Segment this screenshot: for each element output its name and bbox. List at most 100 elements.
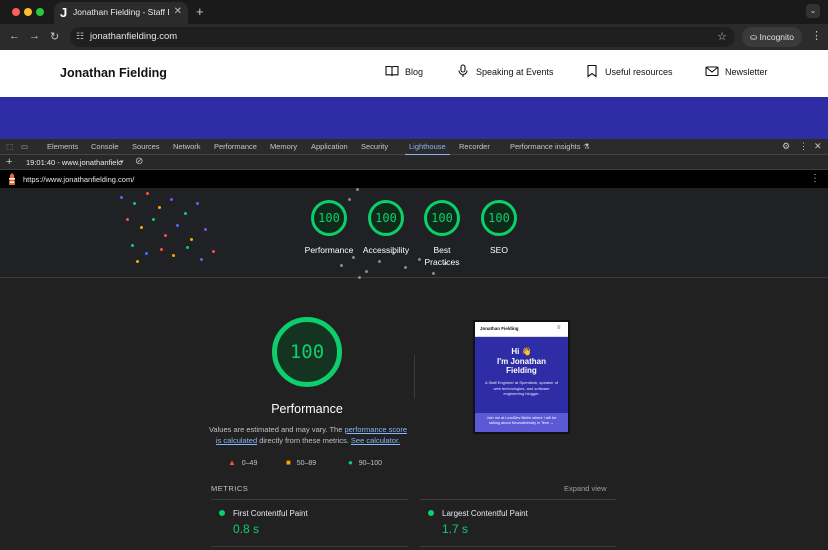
- devtools-tab-console[interactable]: Console: [91, 142, 119, 151]
- legend-average: ■ 50–89: [286, 458, 316, 467]
- address-bar[interactable]: ☷ jonathanfielding.com ☆: [70, 27, 735, 47]
- new-tab-icon[interactable]: +: [196, 4, 204, 19]
- devtools-tab-lighthouse[interactable]: Lighthouse: [405, 142, 450, 156]
- gauge-accessibility[interactable]: 100: [368, 200, 404, 236]
- incognito-label: Incognito: [759, 32, 795, 42]
- gauge-best-practices-score: 100: [431, 211, 453, 225]
- gauge-seo[interactable]: 100: [481, 200, 517, 236]
- devtools-tab-application[interactable]: Application: [311, 142, 348, 151]
- metric-lcp-status-icon: [428, 510, 434, 516]
- nav-newsletter[interactable]: Newsletter: [705, 66, 768, 77]
- browser-menu-icon[interactable]: ⋮: [811, 29, 822, 42]
- bookmark-icon: [587, 64, 597, 78]
- browser-chrome: J Jonathan Fielding - Staff Engi ✕ + ⌄ ←…: [0, 0, 828, 50]
- clear-reports-icon[interactable]: ⊘: [135, 156, 143, 167]
- lighthouse-report: [0, 279, 828, 550]
- nav-resources[interactable]: Useful resources: [587, 64, 673, 78]
- gauge-accessibility-score: 100: [375, 211, 397, 225]
- thumb-body: A Staff Engineer at Spendesk, speaker of…: [484, 380, 559, 396]
- thumb-heading: I'm Jonathan Fielding: [496, 357, 547, 375]
- see-calculator-link[interactable]: See calculator.: [351, 436, 400, 445]
- devtools-tab-recorder[interactable]: Recorder: [459, 142, 490, 151]
- devtools-menu-icon[interactable]: ⋮: [799, 141, 808, 152]
- site-info-icon[interactable]: ☷: [76, 31, 84, 42]
- tab-favicon: J: [60, 5, 68, 20]
- performance-title: Performance: [271, 402, 343, 416]
- report-url[interactable]: https://www.jonathanfielding.com/: [23, 175, 134, 184]
- lighthouse-url-bar: https://www.jonathanfielding.com/ ⋮: [0, 170, 828, 188]
- back-icon[interactable]: ←: [9, 30, 20, 42]
- tab-strip: J Jonathan Fielding - Staff Engi ✕ + ⌄: [0, 0, 828, 24]
- site-header: Jonathan Fielding Blog Speaking at Event…: [0, 50, 828, 97]
- lighthouse-toolbar: + 19:01:40 - www.jonathanfielc ▾ ⊘: [0, 155, 828, 170]
- lighthouse-summary: 100 Performance 100 Accessibility 100 Be…: [0, 188, 828, 279]
- hamburger-icon: ≡: [557, 325, 561, 331]
- close-tab-icon[interactable]: ✕: [174, 6, 182, 17]
- metric-lcp-name: Largest Contentful Paint: [442, 509, 528, 518]
- thumb-header: Jonathan Fielding ≡: [475, 322, 568, 337]
- triangle-icon: ▲: [228, 458, 236, 467]
- metric-bottom-divider-right: [420, 546, 616, 547]
- gauge-seo-score: 100: [488, 211, 510, 225]
- tab-search-icon[interactable]: ⌄: [806, 4, 820, 18]
- legend-pass-range: 90–100: [358, 460, 383, 467]
- site-brand[interactable]: Jonathan Fielding: [60, 66, 167, 80]
- lighthouse-logo-icon: [9, 173, 15, 185]
- devtools-tab-network[interactable]: Network: [173, 142, 201, 151]
- thumb-brand: Jonathan Fielding: [480, 326, 519, 331]
- nav-resources-label: Useful resources: [605, 67, 673, 77]
- nav-speaking-label: Speaking at Events: [476, 67, 554, 77]
- forward-icon[interactable]: →: [29, 30, 40, 42]
- metric-divider-left: [211, 499, 408, 500]
- report-select-caret-icon[interactable]: ▾: [120, 158, 124, 166]
- nav-blog-label: Blog: [405, 67, 424, 77]
- minimize-window-button[interactable]: [24, 8, 32, 16]
- reload-icon[interactable]: ↻: [50, 30, 59, 43]
- metrics-heading: METRICS: [211, 484, 249, 493]
- square-icon: ■: [286, 458, 291, 467]
- devtools-tab-memory[interactable]: Memory: [270, 142, 297, 151]
- metric-bottom-divider-left: [211, 546, 408, 547]
- devtools-tab-performance-insights[interactable]: Performance insights: [510, 142, 580, 151]
- close-devtools-icon[interactable]: ✕: [814, 141, 822, 152]
- performance-gauge: 100: [272, 317, 342, 387]
- envelope-icon: [705, 66, 719, 77]
- desc-prefix: Values are estimated and may vary. The: [208, 425, 345, 434]
- nav-speaking[interactable]: Speaking at Events: [458, 64, 554, 77]
- microphone-icon: [458, 64, 468, 77]
- close-window-button[interactable]: [12, 8, 20, 16]
- incognito-badge[interactable]: ⛀ Incognito: [742, 27, 802, 47]
- inspect-element-icon[interactable]: ⬚: [6, 142, 13, 151]
- devtools-tab-security[interactable]: Security: [361, 142, 388, 151]
- thumb-hero: Hi 👋 I'm Jonathan Fielding A Staff Engin…: [475, 337, 568, 413]
- browser-tab[interactable]: J Jonathan Fielding - Staff Engi ✕: [54, 2, 188, 24]
- nav-blog[interactable]: Blog: [385, 65, 424, 77]
- legend-average-range: 50–89: [296, 460, 317, 467]
- gauge-seo-label: SEO: [490, 245, 508, 255]
- legend-fail: ▲ 0–49: [228, 458, 257, 467]
- gauge-best-practices[interactable]: 100: [424, 200, 460, 236]
- maximize-window-button[interactable]: [36, 8, 44, 16]
- metric-fcp-name: First Contentful Paint: [233, 509, 308, 518]
- metric-fcp-value: 0.8 s: [233, 522, 260, 536]
- devtools-tab-elements[interactable]: Elements: [47, 142, 78, 151]
- metric-lcp-value: 1.7 s: [442, 522, 469, 536]
- settings-gear-icon[interactable]: ⚙: [782, 141, 790, 152]
- new-report-icon[interactable]: +: [6, 156, 12, 168]
- gauge-performance[interactable]: 100: [311, 200, 347, 236]
- devtools-tab-sources[interactable]: Sources: [132, 142, 160, 151]
- hero-banner: [0, 97, 828, 139]
- metric-divider-right: [420, 499, 616, 500]
- flask-icon: ⚗: [583, 142, 590, 151]
- final-screenshot[interactable]: Jonathan Fielding ≡ Hi 👋 I'm Jonathan Fi…: [473, 320, 570, 434]
- report-menu-icon[interactable]: ⋮: [810, 173, 820, 184]
- report-select[interactable]: 19:01:40 - www.jonathanfielc: [26, 158, 122, 167]
- device-toolbar-icon[interactable]: ▭: [21, 142, 28, 151]
- performance-score: 100: [289, 341, 325, 363]
- devtools-tab-performance[interactable]: Performance: [214, 142, 257, 151]
- bookmark-star-icon[interactable]: ☆: [717, 30, 727, 43]
- thumb-footer-text: Join me at LeadDev Berlin where I will b…: [486, 416, 557, 425]
- address-url: jonathanfielding.com: [90, 31, 178, 42]
- expand-view-button[interactable]: Expand view: [564, 484, 607, 493]
- browser-toolbar: ← → ↻ ☷ jonathanfielding.com ☆ ⛀ Incogni…: [0, 24, 828, 50]
